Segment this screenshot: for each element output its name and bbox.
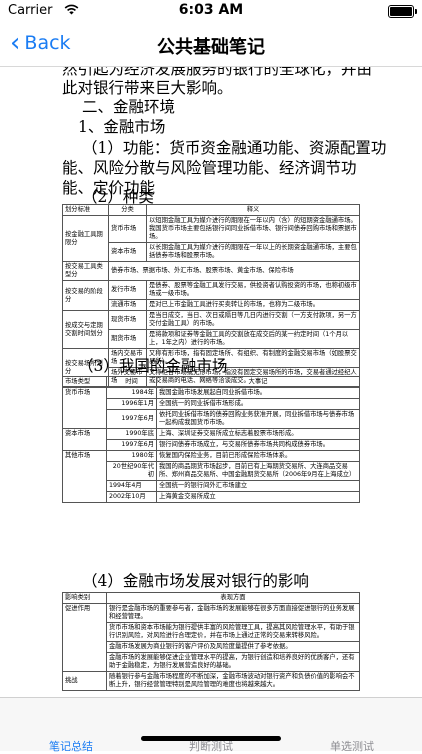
table-cell: 随着银行参与金融市场程度的不断加深，金融市场波动对银行资产和负债价值的影响会不断… (106, 671, 360, 691)
table-cell: 我国金融市场发展起自同业拆借市场。 (156, 387, 360, 399)
table-cell: 按交易工具类型分 (62, 261, 109, 281)
table-header: 划分标准 (62, 204, 109, 216)
table-cell: 是对已上市金融工具进行买卖转让的市场，也称为二级市场。 (146, 299, 360, 311)
table-row: 按金融工具期限分 货币市场 以短期金融工具为媒介进行的期限在一年以内（含）的短期… (62, 215, 360, 262)
table-cell: 金融市场发展为商业银行的客户评价及风险度量提供了参考依据。 (106, 641, 360, 653)
status-bar: Carrier 6:03 AM (0, 0, 422, 22)
table-cell: 是将款项和证券等金融工具的交割放在成交后的某一约定时间（1个月以上，1年之内）进… (146, 329, 360, 349)
tab-label: 判断测试 (189, 740, 233, 753)
table-cell: 是债券、股票等金融工具发行交易，供投资者认购投资的市场，也称初级市场或一级市场。 (146, 280, 360, 300)
table-cell: 1984年 (106, 387, 157, 399)
table-cell: 2002年10月 (106, 491, 157, 503)
table-cell: 银行间债券市场成立，与交易所债券市场共同构成债券市场。 (156, 439, 360, 451)
table-cell: 发行市场 (108, 280, 147, 300)
table-cell: 以短期金融工具为媒介进行的期限在一年以内（含）的短期资金融通市场。我国货币市场主… (146, 215, 360, 243)
table-row: 货币市场 1984年 我国金融市场发展起自同业拆借市场。 (62, 387, 360, 429)
table-header: 时间 (106, 376, 157, 388)
table-cell: 促进作用 (62, 603, 107, 672)
china-market-table: 市场类型 时间 大事记 货币市场 1984年 我国金融市场发展起自同业拆借市场。… (62, 376, 360, 503)
table-cell: 全国统一的银行间外汇市场建立 (156, 480, 360, 492)
table-cell: 按成交与定期交割时间划分 (62, 310, 109, 349)
table-cell: 按交易的阶段分 (62, 280, 109, 311)
tab-notes-summary[interactable]: 笔记总结 (16, 738, 126, 754)
navigation-bar: ‹ Back 公共基础笔记 (0, 22, 422, 67)
table-row: 1997年6月 银行间债券市场成立，与交易所债券市场共同构成债券市场。 (63, 439, 360, 451)
table-row: 促进作用 银行是金融市场的重要参与者，金融市场的发展能够在很多方面直接促进银行的… (62, 603, 360, 672)
table-cell: 是当日成交，当日、次日或隔日等几日内进行交割（一方支付款项，另一方交付金融工具）… (146, 310, 360, 330)
table-row: 挑战 随着银行参与金融市场程度的不断加深，金融市场波动对银行资产和负债价值的影响… (62, 671, 360, 691)
table-header: 影响类别 (62, 592, 107, 604)
table-cell: 20世纪90年代初 (106, 461, 157, 481)
table-row: 按成交与定期交割时间划分 现货市场 是当日成交，当日、次日或隔日等几日内进行交割… (62, 310, 360, 349)
table-cell: 资本市场 (108, 242, 147, 262)
table-cell: 债券市场、票据市场、外汇市场、股票市场、黄金市场、保险市场 (108, 261, 360, 281)
table-cell: 依托同业拆借市场的债券回购业务获准开展，同业拆借市场与债券市场一起构成我国货币市… (156, 409, 360, 429)
subsection-heading: （3）我国的金融市场 (78, 357, 228, 375)
impact-table: 影响类别 表现方面 促进作用 银行是金融市场的重要参与者，金融市场的发展能够在很… (62, 592, 360, 691)
home-indicator (141, 736, 281, 741)
table-row: 1994年4月 全国统一的银行间外汇市场建立 (63, 480, 360, 492)
table-cell: 上海、深圳证券交易所成立标志着股票市场形成。 (156, 428, 360, 440)
table-row: 2002年10月 上海黄金交易所成立 (63, 491, 360, 503)
table-row: 按交易的阶段分 发行市场 是债券、股票等金融工具发行交易，供投资者认购投资的市场… (62, 280, 360, 311)
table-cell: 挑战 (62, 671, 107, 691)
subsection-heading: 1、金融市场 (78, 118, 166, 136)
table-cell: 1997年6月 (106, 439, 157, 451)
table-cell: 现货市场 (108, 310, 147, 330)
page-title: 公共基础笔记 (157, 37, 265, 58)
table-cell: 资本市场 (62, 428, 107, 451)
battery-icon (388, 5, 417, 18)
table-cell: 其他市场 (62, 450, 107, 503)
table-row: 金融市场的发展能够促进企业管理水平的提高，为银行创造和培养良好的优质客户，还有助… (63, 652, 360, 672)
table-cell: 上海黄金交易所成立 (156, 491, 360, 503)
table-header: 分类 (108, 204, 147, 216)
table-cell: 1997年6月 (106, 409, 157, 429)
table-cell: 以长期金融工具为媒介进行的期限在一年以上的长期资金融通市场，主要包括债券市场和股… (146, 242, 360, 262)
table-cell: 流通市场 (108, 299, 147, 311)
table-row: 金融市场发展为商业银行的客户评价及风险度量提供了参考依据。 (63, 641, 360, 653)
table-cell: 1994年4月 (106, 480, 157, 492)
table-header: 释义 (146, 204, 360, 216)
tab-bar: 笔记总结 判断测试 单选测试 (0, 697, 422, 754)
paragraph-line: （1）功能：货币资金融通功能、资源配置功 (82, 139, 387, 157)
section-heading: 二、金融环境 (82, 98, 176, 116)
table-cell: 银行是金融市场的重要参与者，金融市场的发展能够在很多方面直接促进银行的业务发展和… (106, 603, 360, 623)
table-cell: 1990年底 (106, 428, 157, 440)
table-row: 20世纪90年代初 我国的商品期货市场起步，目前已有上海期货交易所、大连商品交易… (63, 461, 360, 481)
table-cell: 金融市场的发展能够促进企业管理水平的提高，为银行创造和培养良好的优质客户，还有助… (106, 652, 360, 672)
table-row: 资本市场 1990年底 上海、深圳证券交易所成立标志着股票市场形成。 (62, 428, 360, 451)
table-cell: 我国的商品期货市场起步，目前已有上海期货交易所、大连商品交易所、郑州商品交易所、… (156, 461, 360, 481)
table-cell: 货币市场 (62, 387, 107, 429)
tab-label: 笔记总结 (49, 740, 93, 753)
table-cell: 1980年 (106, 450, 157, 462)
table-header: 市场类型 (62, 376, 107, 388)
notes-content[interactable]: 然引起为经济发展服务的银行的全球化，并由 此对银行带来巨大影响。 二、金融环境 … (0, 67, 422, 697)
table-cell: 1996年1月 (106, 398, 157, 410)
paragraph-line: 然引起为经济发展服务的银行的全球化，并由 (62, 67, 373, 78)
table-header: 大事记 (156, 376, 360, 388)
table-cell: 全国统一的同业拆借市场形成。 (156, 398, 360, 410)
table-row: 1996年1月 全国统一的同业拆借市场形成。 (63, 398, 360, 410)
table-cell: 期货市场 (108, 329, 147, 349)
subsection-heading: （4）金融市场发展对银行的影响 (82, 572, 309, 590)
table-row: 按交易工具类型分 债券市场、票据市场、外汇市场、股票市场、黄金市场、保险市场 (62, 261, 360, 281)
table-row: 1997年6月 依托同业拆借市场的债券回购业务获准开展，同业拆借市场与债券市场一… (63, 409, 360, 429)
clock: 6:03 AM (178, 2, 244, 18)
table-header: 表现方面 (106, 592, 360, 604)
tab-single-choice-test[interactable]: 单选测试 (297, 738, 407, 754)
table-row: 货币市场和资本市场能为银行提供丰富的风险管理工具，提高其风险管理水平，有助于银行… (63, 622, 360, 642)
paragraph-line: 此对银行带来巨大影响。 (62, 79, 233, 97)
table-cell: 货币市场 (108, 215, 147, 243)
tab-label: 单选测试 (330, 740, 374, 753)
table-cell: 按金融工具期限分 (62, 215, 109, 262)
table-cell: 恢复国内保险业务，目前已形成保险市场体系。 (156, 450, 360, 462)
paragraph-line: 能、风险分散与风险管理功能、经济调节功 (62, 159, 357, 177)
table-row: 其他市场 1980年 恢复国内保险业务，目前已形成保险市场体系。 (62, 450, 360, 503)
table-cell: 货币市场和资本市场能为银行提供丰富的风险管理工具，提高其风险管理水平，有助于银行… (106, 622, 360, 642)
